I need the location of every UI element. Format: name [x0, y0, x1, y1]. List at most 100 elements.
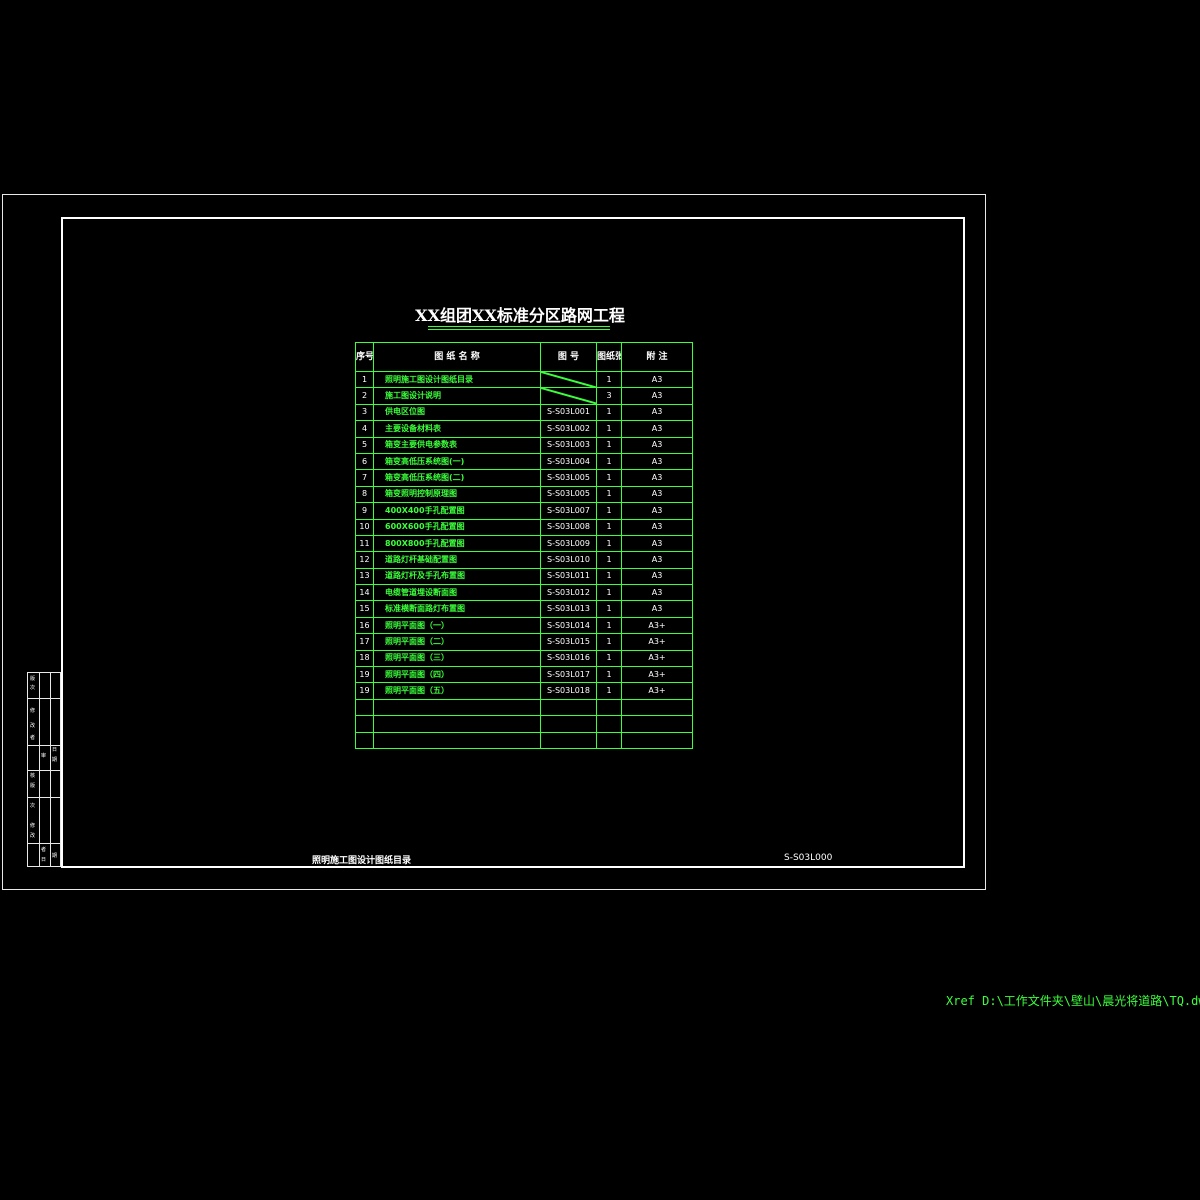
row-code: S-S03L017	[540, 666, 597, 684]
row-no: 2	[355, 387, 374, 405]
row-no: 14	[355, 584, 374, 602]
row-note: A3	[621, 452, 693, 471]
table-row: 8 箱变照明控制原理图 S-S03L005 1 A3	[355, 485, 693, 504]
empty-cell	[373, 715, 541, 733]
header-note: 附 注	[621, 342, 693, 372]
row-no: 3	[355, 403, 374, 422]
table-row: 16 照明平面图（一） S-S03L014 1 A3+	[355, 616, 693, 635]
row-name: 箱变照明控制原理图	[373, 485, 541, 504]
revision-box-label: 次	[30, 685, 36, 691]
row-code: S-S03L008	[540, 518, 597, 536]
table-row: 2 施工图设计说明 3 A3	[355, 387, 693, 405]
row-name: 照明施工图设计图纸目录	[373, 370, 541, 389]
drawing-title: XX组团XX标准分区路网工程	[415, 306, 625, 325]
empty-cell	[373, 731, 541, 749]
empty-cell	[621, 715, 693, 733]
row-qty: 1	[596, 534, 622, 553]
row-name: 照明平面图（一）	[373, 616, 541, 635]
row-name: 照明平面图（三）	[373, 649, 541, 668]
row-note: A3	[621, 567, 693, 586]
empty-cell	[621, 698, 693, 717]
row-name: 箱变高低压系统图(一)	[373, 452, 541, 471]
table-header-row: 序号 图 纸 名 称 图 号 图纸张数 附 注	[355, 342, 693, 372]
row-no: 6	[355, 452, 374, 471]
revision-box-label: 日	[52, 747, 58, 753]
row-no: 17	[355, 633, 374, 651]
row-name: 照明平面图（五）	[373, 682, 541, 700]
row-note: A3	[621, 469, 693, 487]
row-name: 600X600手孔配置图	[373, 518, 541, 536]
row-name: 标准横断面路灯布置图	[373, 600, 541, 618]
row-name: 照明平面图（二）	[373, 633, 541, 651]
row-note: A3	[621, 403, 693, 422]
row-note: A3+	[621, 682, 693, 700]
row-qty: 1	[596, 469, 622, 487]
table-row: 1 照明施工图设计图纸目录 1 A3	[355, 370, 693, 389]
row-note: A3	[621, 600, 693, 618]
footer-drawing-code: S-S03L000	[784, 853, 833, 863]
row-code: S-S03L018	[540, 682, 597, 700]
row-name: 800X800手孔配置图	[373, 534, 541, 553]
table-row-empty	[355, 715, 693, 733]
row-no: 4	[355, 420, 374, 438]
row-qty: 1	[596, 370, 622, 389]
row-no: 5	[355, 436, 374, 454]
empty-cell	[540, 698, 597, 717]
revision-box-label: 期	[52, 757, 58, 763]
empty-cell	[540, 731, 597, 749]
revision-box-divider	[28, 745, 60, 746]
row-qty: 1	[596, 649, 622, 668]
empty-cell	[596, 698, 622, 717]
row-no: 8	[355, 485, 374, 504]
row-name: 道路灯杆基础配置图	[373, 551, 541, 569]
row-name: 箱变高低压系统图(二)	[373, 469, 541, 487]
row-no: 19	[355, 666, 374, 684]
revision-box-label: 修	[30, 708, 36, 714]
row-no: 11	[355, 534, 374, 553]
table-row-empty	[355, 698, 693, 717]
row-no: 15	[355, 600, 374, 618]
row-note: A3	[621, 551, 693, 569]
revision-box-label: 次	[30, 803, 36, 809]
revision-box-label: 期	[52, 853, 58, 859]
row-no: 16	[355, 616, 374, 635]
table-row: 18 照明平面图（三） S-S03L016 1 A3+	[355, 649, 693, 668]
xref-path-text: Xref D:\工作文件夹\壁山\晨光将道路\TQ.dwg	[946, 994, 1200, 1008]
row-code: S-S03L007	[540, 502, 597, 520]
row-note: A3	[621, 370, 693, 389]
row-note: A3	[621, 534, 693, 553]
row-note: A3+	[621, 649, 693, 668]
row-qty: 1	[596, 567, 622, 586]
row-code: S-S03L013	[540, 600, 597, 618]
empty-cell	[540, 715, 597, 733]
table-row: 4 主要设备材料表 S-S03L002 1 A3	[355, 420, 693, 438]
revision-box-label: 日	[41, 857, 47, 863]
row-qty: 1	[596, 682, 622, 700]
revision-box-divider	[28, 698, 60, 699]
row-qty: 1	[596, 600, 622, 618]
table-row: 7 箱变高低压系统图(二) S-S03L005 1 A3	[355, 469, 693, 487]
row-qty: 1	[596, 666, 622, 684]
row-qty: 1	[596, 518, 622, 536]
row-code: S-S03L014	[540, 616, 597, 635]
row-note: A3+	[621, 633, 693, 651]
revision-box-label: 版	[30, 783, 36, 789]
row-note: A3	[621, 387, 693, 405]
revision-box-label: 者	[30, 735, 36, 741]
row-note: A3	[621, 518, 693, 536]
row-qty: 1	[596, 452, 622, 471]
empty-cell	[355, 731, 374, 749]
header-code: 图 号	[540, 342, 597, 372]
title-underline	[428, 329, 610, 330]
empty-cell	[355, 715, 374, 733]
footer-drawing-title: 照明施工图设计图纸目录	[312, 856, 412, 866]
row-code: S-S03L009	[540, 534, 597, 553]
table-row: 14 电缆管道埋设断面图 S-S03L012 1 A3	[355, 584, 693, 602]
row-qty: 1	[596, 420, 622, 438]
table-body: 1 照明施工图设计图纸目录 1 A3 2 施工图设计说明 3 A3 3 供电区位图 S-S03L00…	[355, 370, 693, 749]
row-no: 13	[355, 567, 374, 586]
row-note: A3	[621, 502, 693, 520]
row-code: S-S03L004	[540, 452, 597, 471]
row-code: S-S03L012	[540, 584, 597, 602]
row-name: 400X400手孔配置图	[373, 502, 541, 520]
